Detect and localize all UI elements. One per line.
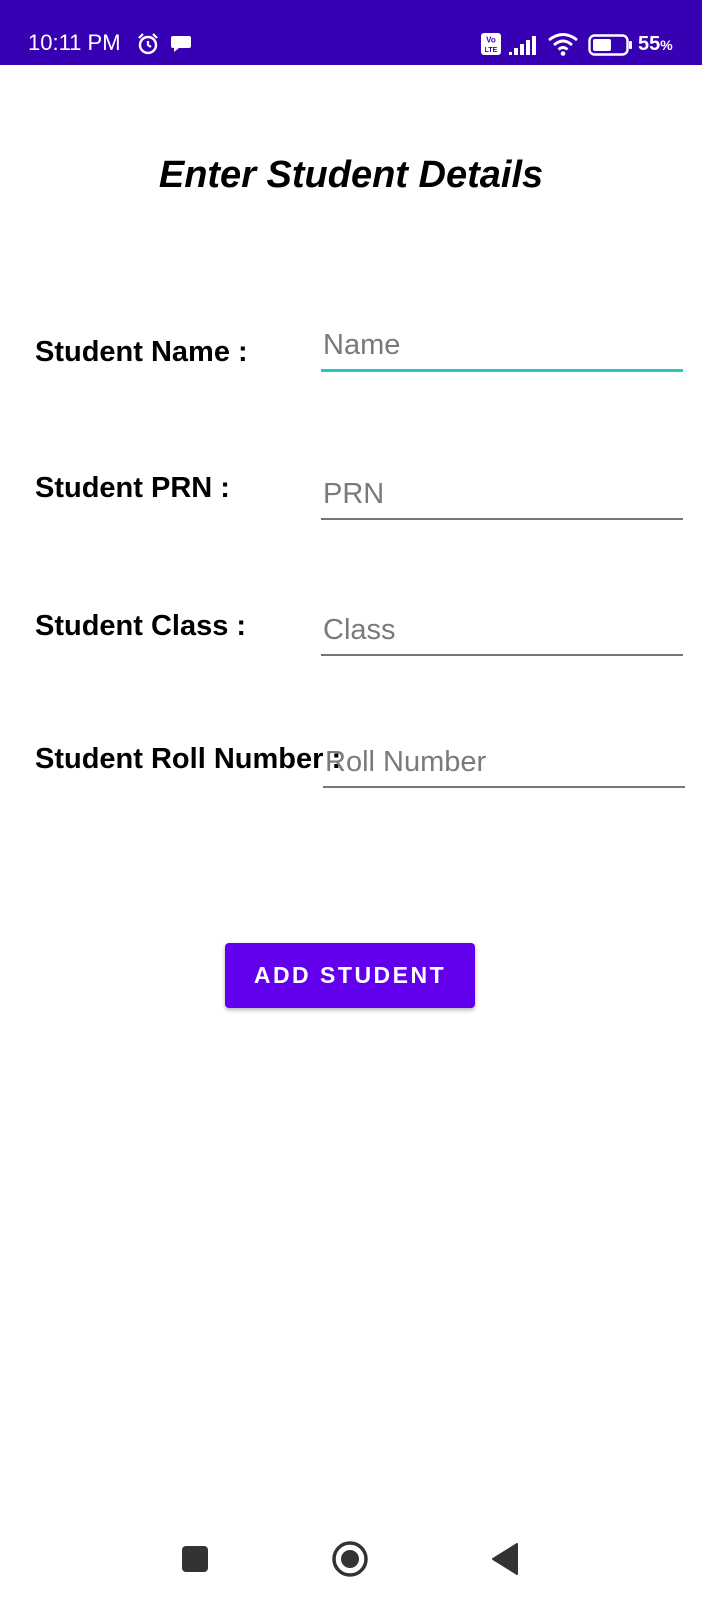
signal-icon <box>509 36 536 55</box>
alarm-icon <box>138 33 158 55</box>
student-name-input[interactable] <box>321 322 683 372</box>
wifi-icon <box>548 33 578 56</box>
battery-percent: 55% <box>638 33 673 55</box>
student-roll-label: Student Roll Number : <box>35 743 342 775</box>
svg-text:LTE: LTE <box>485 47 498 54</box>
student-class-input[interactable] <box>321 606 683 656</box>
svg-text:Vo: Vo <box>486 36 496 45</box>
student-name-label: Student Name : <box>35 336 248 368</box>
add-student-button[interactable]: ADD STUDENT <box>225 943 475 1008</box>
recents-square-icon[interactable] <box>180 1544 210 1574</box>
student-roll-input[interactable] <box>323 738 685 788</box>
page-title: Enter Student Details <box>158 154 544 196</box>
battery-icon <box>588 34 632 56</box>
status-time: 10:11 PM <box>28 30 121 55</box>
student-prn-input[interactable] <box>321 470 683 520</box>
status-bar: 10:11 PM Vo LTE 55% <box>0 0 702 65</box>
student-class-label: Student Class : <box>35 610 247 642</box>
back-triangle-icon[interactable] <box>490 1542 520 1576</box>
volte-icon: Vo LTE <box>481 33 501 55</box>
student-prn-label: Student PRN : <box>35 472 230 504</box>
screen: 10:11 PM Vo LTE 55% Enter Student Detail… <box>0 0 702 1600</box>
home-circle-icon[interactable] <box>331 1540 369 1578</box>
chat-bubble-icon <box>171 36 191 52</box>
